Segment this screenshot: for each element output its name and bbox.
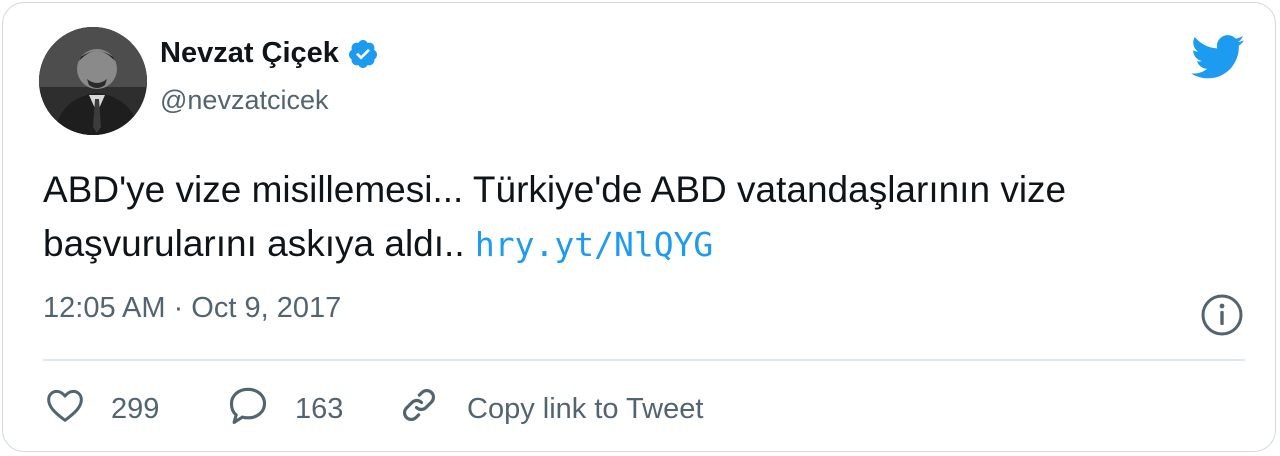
reply-button[interactable]: 163 (227, 387, 343, 431)
tweet-timestamp[interactable]: 12:05 AM · Oct 9, 2017 (43, 292, 341, 325)
tweet-card: Nevzat Çiçek @nevzatcicek ABD'ye vize mi… (2, 2, 1276, 452)
link-icon (399, 385, 439, 433)
copy-link-button[interactable]: Copy link to Tweet (399, 387, 703, 431)
verified-badge-icon (347, 38, 379, 70)
like-count: 299 (111, 392, 160, 425)
author-display-name[interactable]: Nevzat Çiçek (160, 37, 339, 70)
heart-icon (45, 386, 85, 432)
tweet-body: ABD'ye vize misillemesi... Türkiye'de AB… (43, 163, 1223, 272)
copy-link-label: Copy link to Tweet (467, 392, 704, 425)
reply-count: 163 (295, 392, 344, 425)
like-button[interactable]: 299 (45, 387, 159, 431)
info-icon[interactable] (1200, 293, 1244, 342)
reply-bubble-icon (227, 385, 269, 433)
divider (43, 359, 1245, 361)
avatar[interactable] (39, 27, 147, 135)
twitter-bird-icon[interactable] (1191, 35, 1245, 84)
tweet-link[interactable]: hry.yt/NlQYG (475, 225, 713, 264)
author-name-row[interactable]: Nevzat Çiçek (160, 37, 379, 70)
author-handle[interactable]: @nevzatcicek (160, 85, 328, 116)
